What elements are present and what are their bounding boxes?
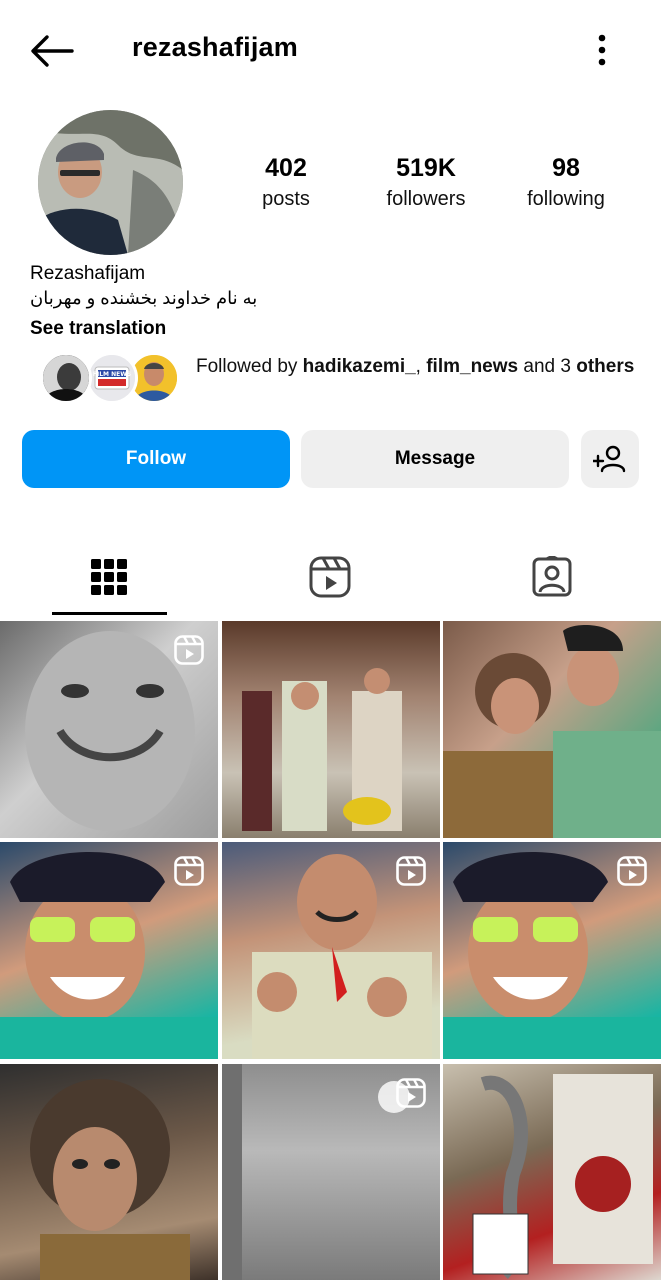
profile-bio: به نام خداوند بخشنده و مهربان [30, 288, 258, 308]
post-thumbnail[interactable] [0, 621, 218, 838]
active-tab-indicator [52, 612, 167, 615]
profile-full-name: Rezashafijam [30, 263, 146, 284]
following-count[interactable]: 98 following [501, 152, 631, 214]
followed-by-user[interactable]: film_news [426, 356, 518, 377]
post-thumbnail[interactable] [222, 621, 440, 838]
reels-badge-icon [174, 856, 204, 886]
post-thumbnail[interactable] [443, 1064, 661, 1280]
followed-by-separator: , [415, 356, 427, 377]
profile-avatar[interactable] [38, 110, 183, 255]
tab-tagged[interactable] [492, 540, 612, 614]
see-translation-link[interactable]: See translation [30, 318, 166, 340]
following-count-label: following [527, 188, 605, 210]
followed-by-user[interactable]: hadikazemi_ [303, 356, 416, 377]
top-bar: rezashafijam [0, 0, 661, 100]
post-thumbnail[interactable] [443, 842, 661, 1059]
reels-badge-icon [174, 635, 204, 665]
followed-by-others[interactable]: others [576, 356, 634, 377]
more-vertical-icon[interactable] [586, 30, 618, 70]
post-thumbnail[interactable] [222, 1064, 440, 1280]
reels-badge-icon [396, 856, 426, 886]
posts-count-value: 402 [265, 154, 307, 182]
mutual-follower-avatar[interactable]: FILM NEWS [86, 352, 138, 404]
reels-badge-icon [617, 856, 647, 886]
follow-button[interactable]: Follow [22, 430, 290, 488]
post-thumbnail[interactable] [0, 1064, 218, 1280]
followed-by-text[interactable]: Followed by hadikazemi_, film_news and 3… [196, 354, 636, 379]
tab-posts[interactable] [49, 540, 169, 614]
add-person-icon [593, 445, 626, 473]
reels-icon [309, 556, 351, 598]
posts-grid [0, 621, 661, 1280]
tagged-person-icon [532, 556, 572, 597]
mutual-follower-avatar[interactable] [40, 352, 92, 404]
tab-reels[interactable] [270, 540, 390, 614]
post-thumbnail[interactable] [222, 842, 440, 1059]
followed-by-middle: and 3 [518, 356, 577, 377]
following-count-value: 98 [552, 154, 580, 182]
reels-badge-icon [396, 1078, 426, 1108]
followers-count-value: 519K [396, 154, 456, 182]
posts-count-label: posts [262, 188, 310, 210]
followers-count-label: followers [386, 188, 466, 210]
svg-text:FILM NEWS: FILM NEWS [93, 371, 131, 378]
profile-username: rezashafijam [132, 32, 298, 62]
post-thumbnail[interactable] [443, 621, 661, 838]
post-thumbnail[interactable] [0, 842, 218, 1059]
message-button[interactable]: Message [301, 430, 569, 488]
suggested-users-button[interactable] [581, 430, 639, 488]
grid-icon [91, 559, 127, 595]
profile-tabs [0, 540, 661, 618]
posts-count[interactable]: 402 posts [221, 152, 351, 214]
arrow-left-icon[interactable] [28, 34, 76, 68]
followers-count[interactable]: 519K followers [361, 152, 491, 214]
followed-by-prefix: Followed by [196, 356, 303, 377]
